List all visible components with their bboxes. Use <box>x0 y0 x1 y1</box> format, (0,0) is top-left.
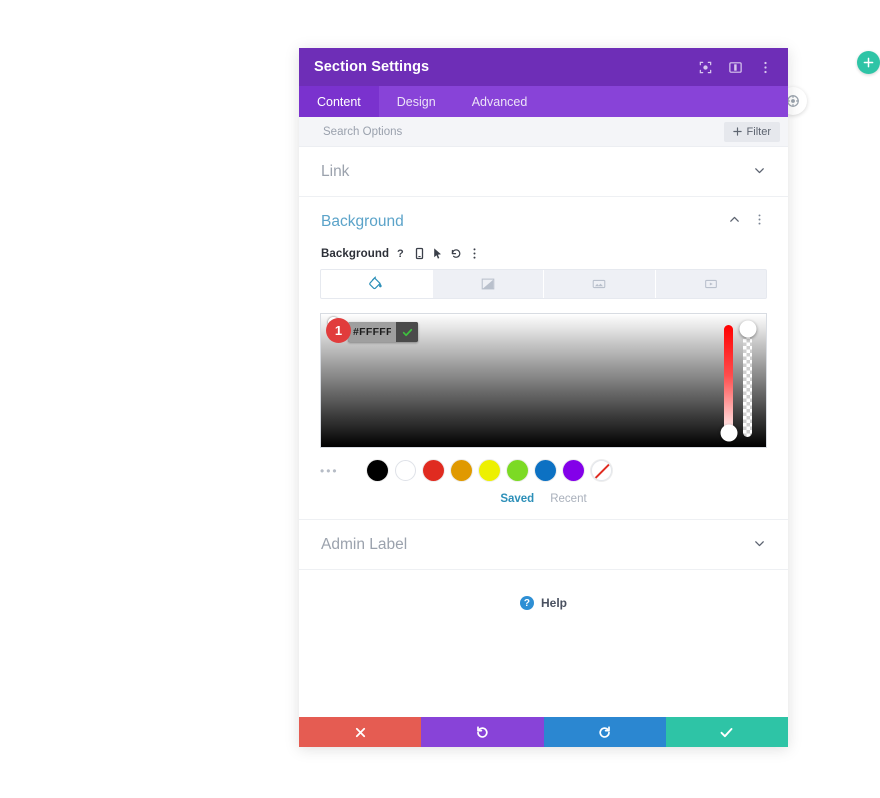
reset-undo-icon[interactable] <box>450 247 462 260</box>
modal-tab-bar: Content Design Advanced <box>299 86 788 117</box>
svg-text:?: ? <box>397 248 404 260</box>
focus-target-icon[interactable] <box>697 59 713 75</box>
image-icon <box>592 279 606 289</box>
checkmark-icon <box>720 727 733 737</box>
palette-tabs: Saved Recent <box>299 481 788 505</box>
screen-root: Section Settings Content Design Advanced… <box>0 0 880 798</box>
hex-color-field-group <box>348 322 418 342</box>
swatch-green[interactable] <box>507 460 528 481</box>
plus-icon <box>732 127 742 136</box>
swatch-white[interactable] <box>395 460 416 481</box>
swatch-red[interactable] <box>423 460 444 481</box>
filter-button-label: Filter <box>746 125 771 138</box>
more-vertical-icon[interactable] <box>753 213 766 231</box>
section-admin-label-label: Admin Label <box>321 535 408 553</box>
responsive-mobile-icon[interactable] <box>414 247 425 260</box>
section-settings-modal: Section Settings Content Design Advanced… <box>299 48 788 747</box>
plus-icon <box>863 57 874 68</box>
swatch-blue[interactable] <box>535 460 556 481</box>
palette-tab-saved[interactable]: Saved <box>500 493 534 505</box>
hue-slider[interactable] <box>720 325 737 442</box>
section-background: Background Background ? 1 #FFFFFF ••• Sa… <box>299 197 788 520</box>
swatch-orange[interactable] <box>451 460 472 481</box>
chevron-up-icon[interactable] <box>728 213 741 231</box>
settings-circle-icon <box>787 95 799 107</box>
video-icon <box>704 279 717 289</box>
background-type-tabs <box>320 269 767 299</box>
alpha-slider[interactable] <box>739 320 756 437</box>
add-section-button[interactable] <box>857 51 880 74</box>
modal-footer <box>299 717 788 747</box>
cancel-button[interactable] <box>299 717 422 747</box>
paint-bucket-icon <box>369 276 382 290</box>
background-color-tab[interactable] <box>321 270 433 298</box>
chevron-down-icon[interactable] <box>753 537 766 552</box>
color-picker: 1 <box>320 313 767 448</box>
search-options-bar: Filter <box>299 117 788 147</box>
section-admin-label[interactable]: Admin Label <box>299 520 788 570</box>
filter-button[interactable]: Filter <box>723 121 780 142</box>
swatch-black[interactable] <box>367 460 388 481</box>
help-row[interactable]: ? Help <box>299 570 788 636</box>
gradient-icon <box>481 278 495 290</box>
checkmark-icon <box>402 328 412 336</box>
background-video-tab[interactable] <box>655 270 766 298</box>
help-circle-icon: ? <box>519 596 534 610</box>
modal-body: Link Background Background ? 1 #FFFFFF •… <box>299 147 788 717</box>
tab-advanced[interactable]: Advanced <box>454 86 546 117</box>
chevron-down-icon[interactable] <box>753 164 766 179</box>
redo-icon <box>599 725 610 738</box>
more-vertical-icon[interactable] <box>757 59 773 75</box>
undo-button[interactable] <box>421 717 544 747</box>
hue-slider-handle[interactable] <box>720 424 737 442</box>
step-badge-1: 1 <box>326 318 351 343</box>
section-link[interactable]: Link <box>299 147 788 197</box>
undo-icon <box>477 725 488 738</box>
section-link-label: Link <box>321 162 350 180</box>
swatch-transparent[interactable] <box>591 460 612 481</box>
header-icon-group <box>697 59 773 75</box>
search-input[interactable] <box>321 124 724 139</box>
palette-tab-recent[interactable]: Recent <box>550 493 586 505</box>
color-sliders <box>720 320 756 442</box>
background-gradient-tab[interactable] <box>432 270 544 298</box>
tab-design[interactable]: Design <box>379 86 454 117</box>
color-swatch-row: ••• <box>299 448 788 481</box>
background-image-tab[interactable] <box>544 270 656 298</box>
background-field-label: Background <box>321 247 390 260</box>
save-button[interactable] <box>665 717 788 747</box>
swatch-purple[interactable] <box>563 460 584 481</box>
alpha-slider-handle[interactable] <box>739 320 756 338</box>
section-background-label: Background <box>321 213 404 230</box>
hex-confirm-button[interactable] <box>396 322 418 342</box>
help-label: Help <box>540 596 567 610</box>
hex-color-input[interactable] <box>348 322 396 342</box>
swatch-yellow[interactable] <box>479 460 500 481</box>
close-x-icon <box>355 727 365 737</box>
ellipsis-icon[interactable]: ••• <box>320 464 344 478</box>
page-title: Section Settings <box>314 59 430 75</box>
section-background-header[interactable]: Background <box>299 197 788 247</box>
modal-header: Section Settings <box>299 48 788 86</box>
split-view-icon[interactable] <box>727 59 743 75</box>
tab-content[interactable]: Content <box>299 86 379 117</box>
background-field-label-row: Background ? <box>299 247 788 260</box>
hover-cursor-icon[interactable] <box>432 247 443 260</box>
redo-button[interactable] <box>543 717 666 747</box>
help-question-icon[interactable]: ? <box>396 247 407 260</box>
more-vertical-icon[interactable] <box>469 247 480 260</box>
